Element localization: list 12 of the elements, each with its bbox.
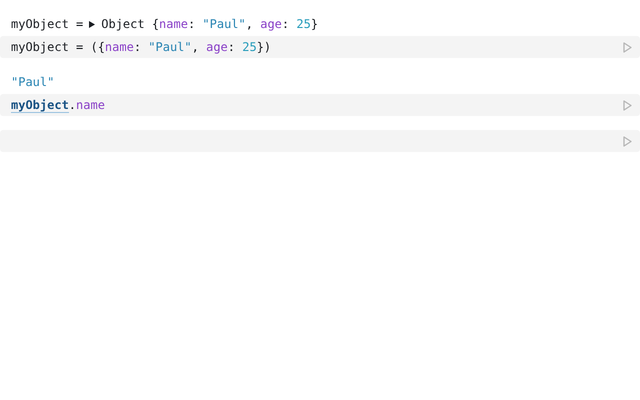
code-text: myObject = ({name: "Paul", age: 25}) (11, 40, 272, 54)
run-icon[interactable] (623, 100, 632, 110)
run-icon[interactable] (623, 136, 632, 146)
code-cell[interactable]: myObject.name (0, 94, 640, 116)
disclosure-triangle-icon[interactable] (89, 20, 96, 28)
output-text: "Paul" (11, 75, 54, 89)
output-text: myObject = (11, 17, 84, 31)
code-text: myObject.name (11, 98, 105, 112)
run-icon[interactable] (623, 42, 632, 52)
code-cell[interactable]: myObject = ({name: "Paul", age: 25}) (0, 36, 640, 58)
output-text: Object {name: "Paul", age: 25} (101, 17, 318, 31)
code-cell[interactable] (0, 130, 640, 152)
